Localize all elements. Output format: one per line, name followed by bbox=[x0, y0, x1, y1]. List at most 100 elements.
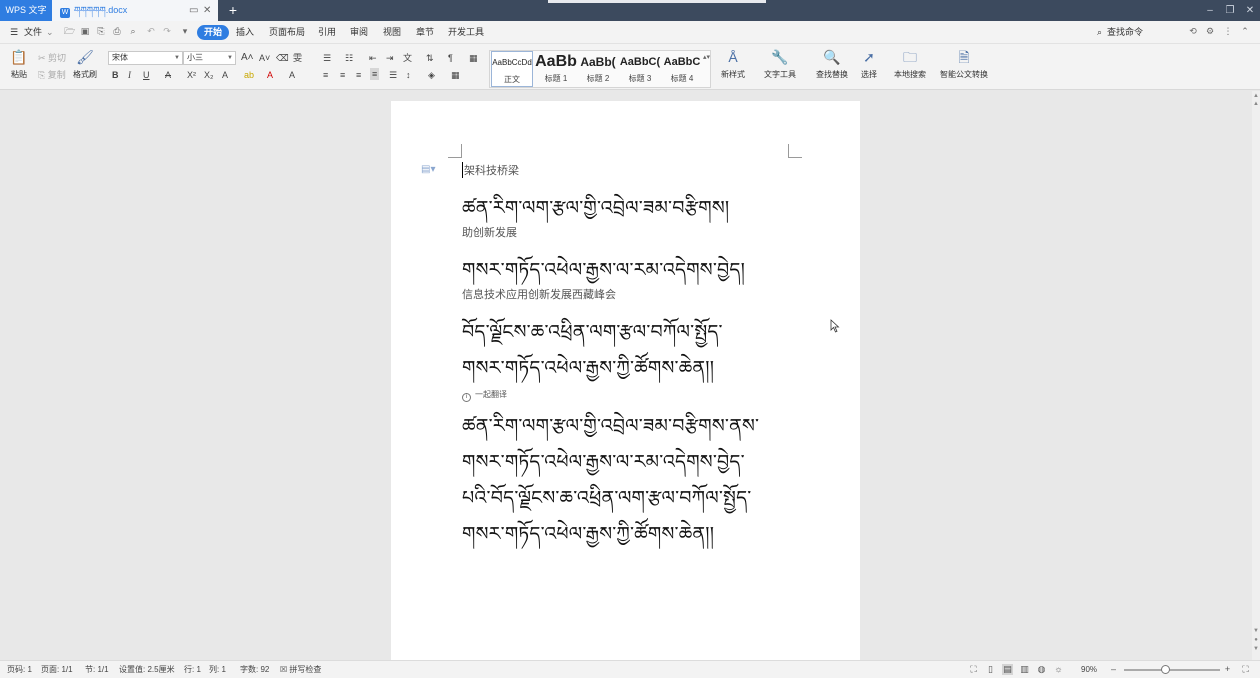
fullscreen-icon[interactable]: ⛶ bbox=[968, 664, 979, 675]
select-button[interactable]: ➚ 选择 bbox=[856, 48, 882, 80]
open-folder-icon[interactable]: 🗁 bbox=[64, 26, 75, 37]
translate-together-note[interactable]: i 一起翻译 bbox=[462, 389, 507, 402]
table-icon[interactable]: ▦ bbox=[469, 52, 478, 64]
align-left-icon[interactable]: ≡ bbox=[323, 69, 328, 81]
export-pdf-icon[interactable]: ⎘ bbox=[96, 26, 106, 37]
more-icon[interactable]: ⋮ bbox=[1223, 26, 1233, 37]
style-heading-4[interactable]: AaBbC 标题 4 bbox=[661, 51, 703, 87]
sync-icon[interactable]: ⟲ bbox=[1188, 26, 1198, 37]
menu-page-layout[interactable]: 页面布局 bbox=[269, 25, 305, 40]
search-command[interactable]: 查找命令 bbox=[1107, 25, 1143, 40]
search-icon[interactable]: ⌕ bbox=[1097, 25, 1102, 40]
menu-review[interactable]: 审阅 bbox=[350, 25, 368, 40]
translated-line-4[interactable]: གསར་གཏོད་འཕེལ་རྒྱས་ཀྱི་ཚོགས་ཆེན།། bbox=[462, 512, 714, 566]
status-word-count[interactable]: 字数: 92 bbox=[240, 664, 269, 676]
highlight-icon[interactable]: ab bbox=[244, 69, 254, 81]
line-spacing-icon[interactable]: ↕ bbox=[406, 69, 411, 81]
zoom-in-icon[interactable]: + bbox=[1222, 664, 1233, 675]
font-color-icon[interactable]: A bbox=[267, 69, 273, 81]
text-tools-button[interactable]: 🔧 文字工具 bbox=[760, 48, 800, 80]
format-painter-button[interactable]: 🖌 格式刷 bbox=[71, 48, 99, 80]
clear-format-icon[interactable]: ⌫ bbox=[276, 52, 289, 64]
find-replace-button[interactable]: 🔍 查找替换 bbox=[812, 48, 852, 80]
underline-button[interactable]: U bbox=[143, 69, 150, 81]
hamburger-icon[interactable]: ☰ bbox=[10, 25, 18, 40]
doc-line-zh-2[interactable]: 助创新发展 bbox=[462, 224, 517, 240]
copy-button[interactable]: ⎘ 复制 bbox=[38, 69, 66, 81]
document-tab[interactable]: W ཀཀཀཀཀ.docx ▭ ✕ bbox=[52, 0, 218, 21]
doc-line-zh-3[interactable]: 信息技术应用创新发展西藏峰会 bbox=[462, 286, 616, 302]
local-search-button[interactable]: 🗀 本地搜索 bbox=[891, 48, 929, 80]
next-page-icon[interactable]: ▼ bbox=[1252, 646, 1260, 653]
scroll-up-icon[interactable]: ▲ bbox=[1252, 93, 1260, 100]
increase-indent-icon[interactable]: ⇥ bbox=[386, 52, 394, 64]
zoom-level[interactable]: 90% bbox=[1081, 664, 1097, 676]
styles-scroll-icon[interactable]: ▴▾ bbox=[703, 53, 710, 61]
spell-check-button[interactable]: ☒ 拼写检查 bbox=[280, 664, 321, 676]
cut-button[interactable]: ✂ 剪切 bbox=[38, 52, 66, 64]
chinese-layout-icon[interactable]: 文 bbox=[403, 52, 412, 64]
text-effect-button[interactable]: A bbox=[222, 69, 228, 81]
prev-page-icon[interactable]: ● bbox=[1252, 637, 1260, 644]
subscript-button[interactable]: X₂ bbox=[204, 69, 214, 81]
menu-start[interactable]: 开始 bbox=[197, 25, 230, 40]
close-tab-icon[interactable]: ✕ bbox=[203, 0, 211, 21]
app-tab[interactable]: WPS 文字 bbox=[0, 0, 52, 21]
status-col[interactable]: 列: 1 bbox=[209, 664, 226, 676]
menu-developer[interactable]: 开发工具 bbox=[448, 25, 484, 40]
status-setting[interactable]: 设置值: 2.5厘米 bbox=[119, 664, 175, 676]
align-right-icon[interactable]: ≡ bbox=[356, 69, 361, 81]
borders-icon[interactable]: ▦ bbox=[451, 69, 460, 81]
bullets-icon[interactable]: ☰ bbox=[323, 52, 331, 64]
char-shading-icon[interactable]: A bbox=[289, 69, 295, 81]
vertical-scrollbar[interactable]: ▲ ▲ ▼ ● ▼ bbox=[1252, 91, 1260, 660]
menu-insert[interactable]: 插入 bbox=[236, 25, 254, 40]
scroll-up-icon[interactable]: ▲ bbox=[1252, 101, 1260, 108]
font-size-select[interactable]: 小三 ▼ bbox=[183, 51, 236, 65]
status-row[interactable]: 行: 1 bbox=[184, 664, 201, 676]
read-mode-icon[interactable]: ▯ bbox=[985, 664, 996, 675]
align-center-icon[interactable]: ≡ bbox=[340, 69, 345, 81]
new-tab-button[interactable]: + bbox=[226, 0, 240, 21]
print-preview-icon[interactable]: ⌕ bbox=[128, 26, 138, 37]
menu-chapter[interactable]: 章节 bbox=[416, 25, 434, 40]
style-heading-1[interactable]: AaBb 标题 1 bbox=[535, 51, 577, 87]
settings-gear-icon[interactable]: ⚙ bbox=[1205, 26, 1215, 37]
doc-line-zh-1[interactable]: 架科技桥梁 bbox=[462, 162, 519, 178]
justify-icon[interactable]: ≡ bbox=[370, 68, 380, 80]
status-page-number[interactable]: 页码: 1 bbox=[7, 664, 32, 676]
italic-button[interactable]: I bbox=[128, 69, 131, 81]
fit-page-icon[interactable]: ⛶ bbox=[1240, 664, 1251, 675]
paste-button[interactable]: 📋 粘贴 bbox=[7, 48, 31, 80]
grow-font-icon[interactable]: A˄ bbox=[241, 52, 254, 64]
decrease-indent-icon[interactable]: ⇤ bbox=[369, 52, 377, 64]
save-icon[interactable]: ▣ bbox=[80, 26, 90, 37]
undo-icon[interactable]: ↶ bbox=[146, 26, 156, 37]
new-style-button[interactable]: Å 新样式 bbox=[716, 48, 750, 80]
restore-button[interactable]: ❐ bbox=[1220, 0, 1240, 21]
close-window-button[interactable]: ✕ bbox=[1240, 0, 1260, 21]
zoom-slider-thumb[interactable] bbox=[1161, 665, 1170, 674]
scroll-down-icon[interactable]: ▼ bbox=[1252, 628, 1260, 635]
outline-view-icon[interactable]: ▥ bbox=[1019, 664, 1030, 675]
bold-button[interactable]: B bbox=[112, 69, 119, 81]
page-view-icon[interactable]: ▤ bbox=[1002, 664, 1013, 675]
strikethrough-button[interactable]: A bbox=[165, 69, 171, 81]
document-workspace[interactable]: 架科技桥梁 ཚན་རིག་ལག་རྩལ་གྱི་འབྲེལ་ཟམ་བརྩིགས།… bbox=[0, 91, 1252, 661]
shading-icon[interactable]: ◈ bbox=[428, 69, 435, 81]
status-section[interactable]: 节: 1/1 bbox=[85, 664, 109, 676]
sort-icon[interactable]: ⇅ bbox=[426, 52, 434, 64]
zoom-out-icon[interactable]: – bbox=[1108, 664, 1119, 675]
font-name-select[interactable]: 宋体 ▼ bbox=[108, 51, 183, 65]
redo-icon[interactable]: ↷ bbox=[162, 26, 172, 37]
collapse-ribbon-icon[interactable]: ⌃ bbox=[1240, 26, 1250, 37]
status-pages[interactable]: 页面: 1/1 bbox=[41, 664, 73, 676]
paragraph-handle-icon[interactable]: ▤▾ bbox=[421, 164, 435, 175]
menu-view[interactable]: 视图 bbox=[383, 25, 401, 40]
smart-convert-button[interactable]: 🗎 智能公文转换 bbox=[938, 48, 990, 80]
document-page[interactable]: 架科技桥梁 ཚན་རིག་ལག་རྩལ་གྱི་འབྲེལ་ཟམ་བརྩིགས།… bbox=[391, 101, 860, 661]
eye-protect-icon[interactable]: ☼ bbox=[1053, 664, 1064, 675]
float-window-icon[interactable]: ▭ bbox=[189, 0, 198, 21]
chevron-down-icon[interactable]: ⌄ bbox=[46, 25, 54, 40]
zoom-slider[interactable] bbox=[1124, 669, 1220, 671]
